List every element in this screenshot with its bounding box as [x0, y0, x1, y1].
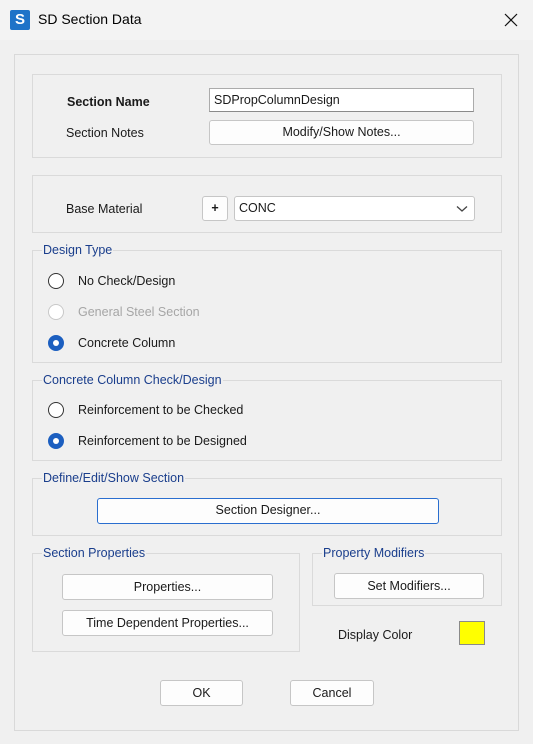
base-material-value: CONC [239, 201, 276, 215]
radio-button[interactable] [48, 402, 64, 418]
display-color-label: Display Color [338, 628, 413, 642]
section-name-input[interactable]: SDPropColumnDesign [209, 88, 474, 112]
property-modifiers-title: Property Modifiers [322, 546, 426, 560]
section-name-group: Section Name SDPropColumnDesign Section … [32, 74, 502, 158]
base-material-label: Base Material [66, 202, 143, 216]
radio-label: Reinforcement to be Checked [78, 403, 244, 417]
radio-concrete-column[interactable]: Concrete Column [48, 333, 248, 353]
radio-reinforcement-checked[interactable]: Reinforcement to be Checked [48, 400, 308, 420]
radio-button[interactable] [48, 273, 64, 289]
section-notes-label: Section Notes [66, 126, 144, 140]
design-type-group: Design Type No Check/Design General Stee… [32, 243, 502, 363]
display-color-swatch[interactable] [459, 621, 485, 645]
section-properties-title: Section Properties [42, 546, 147, 560]
add-material-button[interactable]: + [202, 196, 228, 221]
radio-button [48, 304, 64, 320]
title-bar: S SD Section Data [0, 0, 533, 40]
concrete-check-group: Concrete Column Check/Design Reinforceme… [32, 373, 502, 461]
radio-reinforcement-designed[interactable]: Reinforcement to be Designed [48, 431, 308, 451]
radio-no-check[interactable]: No Check/Design [48, 271, 248, 291]
app-icon: S [10, 10, 30, 30]
window-title: SD Section Data [38, 11, 142, 27]
modify-notes-button[interactable]: Modify/Show Notes... [209, 120, 474, 145]
section-designer-button[interactable]: Section Designer... [97, 498, 439, 524]
ok-button[interactable]: OK [160, 680, 243, 706]
define-section-title: Define/Edit/Show Section [42, 471, 186, 485]
section-properties-group: Section Properties Properties... Time De… [32, 546, 300, 652]
properties-button[interactable]: Properties... [62, 574, 273, 600]
base-material-group: Base Material + CONC [32, 175, 502, 233]
dialog-client-area: Section Name SDPropColumnDesign Section … [14, 54, 519, 731]
radio-general-steel: General Steel Section [48, 302, 248, 322]
base-material-select[interactable]: CONC [234, 196, 475, 221]
radio-label: Reinforcement to be Designed [78, 434, 247, 448]
close-icon [504, 13, 518, 27]
radio-button[interactable] [48, 335, 64, 351]
cancel-button[interactable]: Cancel [290, 680, 374, 706]
radio-label: No Check/Design [78, 274, 176, 288]
design-type-title: Design Type [42, 243, 114, 257]
section-name-label: Section Name [67, 95, 150, 109]
concrete-check-title: Concrete Column Check/Design [42, 373, 223, 387]
time-dependent-properties-button[interactable]: Time Dependent Properties... [62, 610, 273, 636]
radio-label: General Steel Section [78, 305, 200, 319]
define-section-group: Define/Edit/Show Section Section Designe… [32, 471, 502, 536]
chevron-down-icon [456, 206, 468, 212]
radio-label: Concrete Column [78, 336, 176, 350]
property-modifiers-group: Property Modifiers Set Modifiers... [312, 546, 502, 606]
close-button[interactable] [501, 10, 521, 30]
radio-button[interactable] [48, 433, 64, 449]
set-modifiers-button[interactable]: Set Modifiers... [334, 573, 484, 599]
